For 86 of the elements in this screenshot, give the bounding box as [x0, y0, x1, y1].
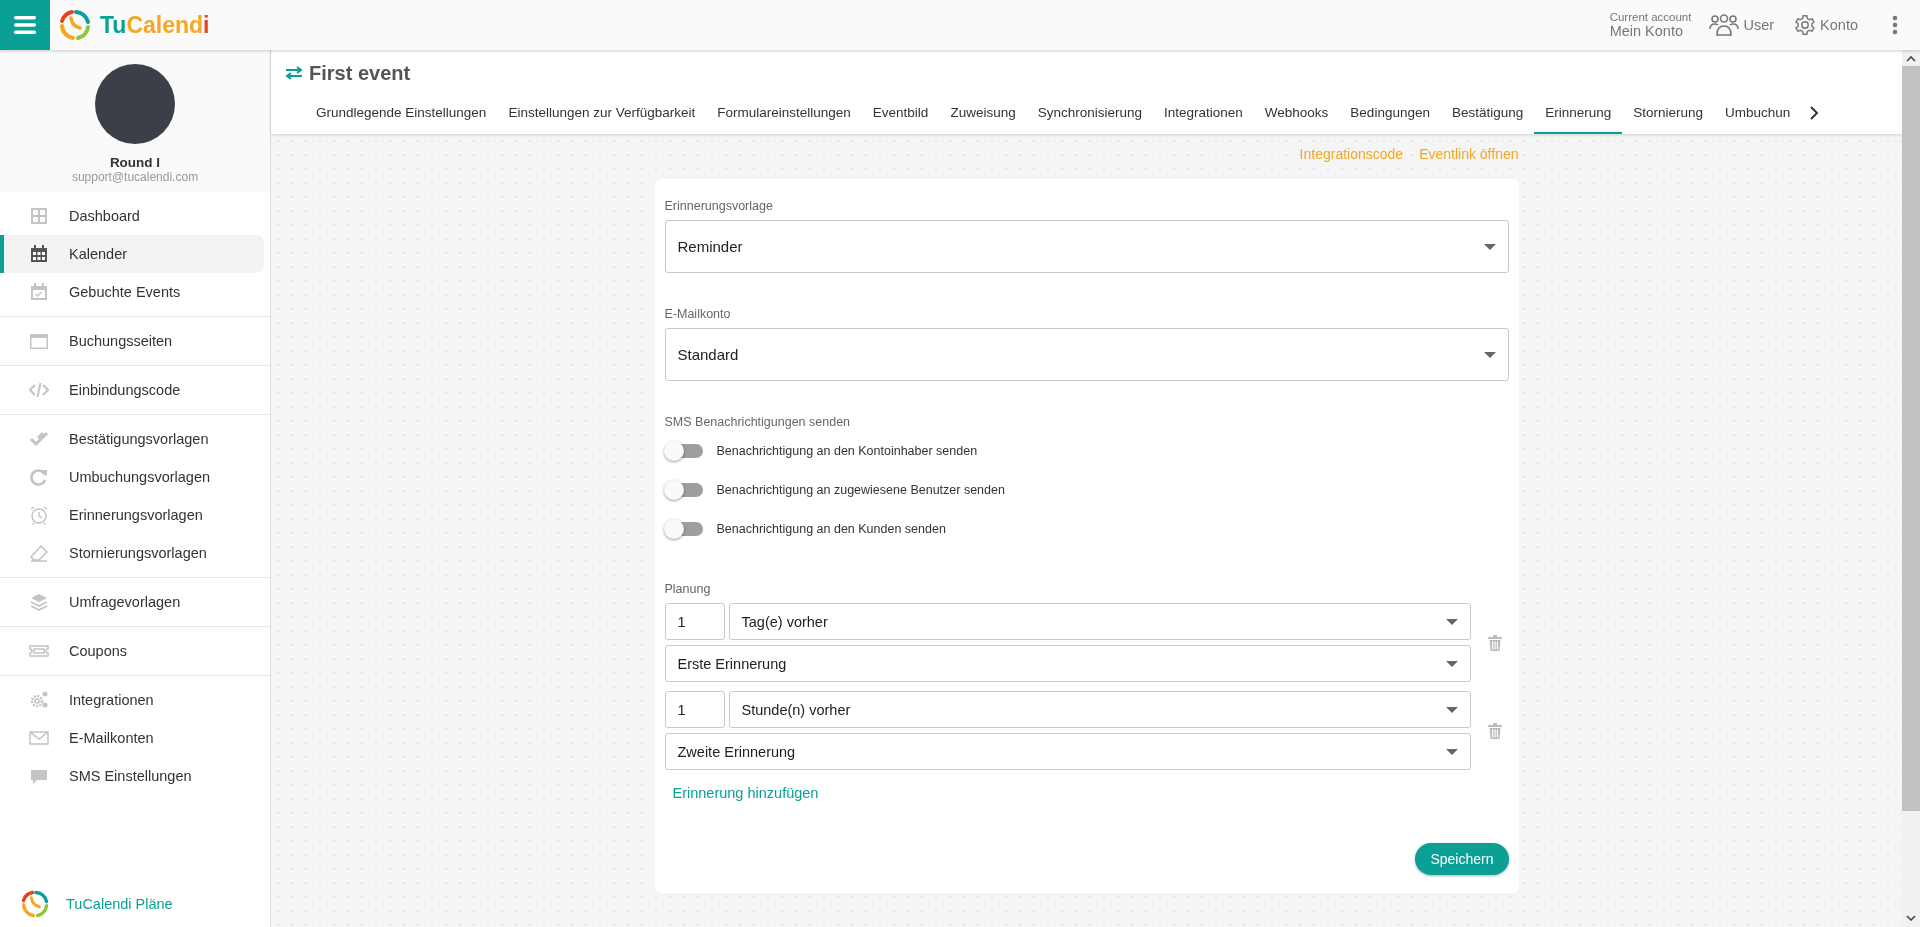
section-label: Planung [664, 582, 712, 596]
toggle-label: Benachrichtigung an den Kontoinhaber senden [716, 444, 978, 458]
users-icon [1709, 14, 1740, 36]
toggle-switch[interactable] [666, 483, 703, 497]
sidebar-item[interactable]: Stornierungsvorlagen [0, 534, 264, 572]
profile-name: Round I [109, 155, 161, 170]
sidebar-item[interactable]: Gebuchte Events [0, 273, 264, 311]
sidebar-item[interactable]: Erinnerungsvorlagen [0, 496, 264, 534]
logo-icon [20, 889, 50, 919]
code-icon [29, 380, 49, 400]
menu-icon [14, 16, 36, 34]
tab[interactable]: Formulareinstellungen [706, 92, 862, 134]
tab[interactable]: Grundlegende Einstellungen [305, 92, 498, 134]
tab[interactable]: Umbuchun [1714, 92, 1802, 134]
tab[interactable]: Erinnerung [1534, 92, 1623, 134]
tab[interactable]: Stornierung [1622, 92, 1715, 134]
menu-button[interactable] [0, 0, 50, 50]
chevron-right-icon [1809, 106, 1820, 120]
toggle-label: Benachrichtigung an zugewiesene Benutzer senden [716, 483, 1005, 497]
reminder-name-select[interactable]: Zweite Erinnerung [664, 733, 1471, 770]
tab[interactable]: Webhooks [1253, 92, 1340, 134]
amount-field[interactable]: 1 [664, 691, 725, 728]
logo-icon [58, 8, 92, 42]
unit-select[interactable]: Tag(e) vorher [728, 603, 1471, 640]
swap-arrows-icon [285, 66, 303, 80]
redo-icon [29, 467, 49, 487]
tab[interactable]: Eventbild [861, 92, 940, 134]
dropdown-caret-icon [1445, 748, 1458, 755]
sidebar-item[interactable]: SMS Einstellungen [0, 757, 264, 795]
unit-select[interactable]: Stunde(n) vorher [728, 691, 1471, 728]
tab[interactable]: Bedingungen [1339, 92, 1441, 134]
account-button[interactable]: Konto [1792, 12, 1860, 38]
sidebar-item[interactable]: Umfragevorlagen [0, 583, 264, 621]
sidebar-item[interactable]: E-Mailkonten [0, 719, 264, 757]
field-label: Erinnerungsvorlage [664, 199, 774, 213]
reminder-name-select[interactable]: Erste Erinnerung [664, 645, 1471, 682]
window-icon [29, 331, 49, 351]
more-icon [1892, 15, 1898, 35]
calendar-check-icon [29, 282, 49, 302]
logo-text: TuCalendi [100, 11, 210, 39]
sidebar-item[interactable]: Kalender [0, 235, 264, 273]
tab[interactable]: Bestätigung [1440, 92, 1535, 134]
toggle-switch[interactable] [666, 444, 703, 458]
dropdown-caret-icon [1483, 243, 1496, 250]
dropdown-caret-icon [1445, 618, 1458, 625]
eraser-icon [29, 543, 49, 563]
mail-icon [29, 728, 49, 748]
settings-icon [1794, 14, 1817, 36]
trash-icon [1487, 722, 1502, 739]
tab[interactable]: Synchronisierung [1026, 92, 1153, 134]
toggle-label: Benachrichtigung an den Kunden senden [716, 522, 946, 536]
template-select[interactable]: Reminder [664, 220, 1509, 273]
scrollbar[interactable] [1902, 50, 1920, 927]
alarm-clock-icon [29, 505, 49, 525]
page-title: First event [309, 61, 411, 85]
tab[interactable]: Einstellungen zur Verfügbarkeit [497, 92, 707, 134]
section-label: SMS Benachrichtigungen senden [664, 415, 852, 429]
tab[interactable]: Zuweisung [939, 92, 1027, 134]
tab[interactable]: Integrationen [1153, 92, 1254, 134]
sidebar-item[interactable]: Buchungsseiten [0, 322, 264, 360]
scroll-up-icon [1906, 56, 1916, 62]
sidebar-item[interactable]: Einbindungscode [0, 371, 264, 409]
account-name: Mein Konto [1609, 23, 1684, 38]
amount-field[interactable]: 1 [664, 603, 725, 640]
sidebar-item[interactable]: Coupons [0, 632, 264, 670]
sidebar-item[interactable]: Bestätigungsvorlagen [0, 420, 264, 458]
double-check-icon [29, 429, 49, 449]
user-button[interactable]: User [1707, 12, 1777, 38]
trash-icon [1487, 634, 1502, 651]
sidebar-item[interactable]: Integrationen [0, 681, 264, 719]
dropdown-caret-icon [1445, 660, 1458, 667]
sidebar-item[interactable]: Dashboard [0, 197, 264, 235]
calendar-icon [29, 244, 49, 264]
toggle-switch[interactable] [666, 522, 703, 536]
profile-email: support@tucalendi.com [71, 170, 199, 184]
account-caption: Current account [1609, 12, 1692, 24]
email-account-select[interactable]: Standard [664, 328, 1509, 381]
scroll-down-icon [1906, 915, 1916, 921]
dropdown-caret-icon [1445, 706, 1458, 713]
layers-icon [29, 592, 49, 612]
sidebar-item[interactable]: Umbuchungsvorlagen [0, 458, 264, 496]
more-options-button[interactable] [1890, 13, 1900, 37]
grid-icon [29, 206, 49, 226]
dropdown-caret-icon [1483, 351, 1496, 358]
field-label: E-Mailkonto [664, 307, 732, 321]
gears-icon [29, 690, 49, 710]
